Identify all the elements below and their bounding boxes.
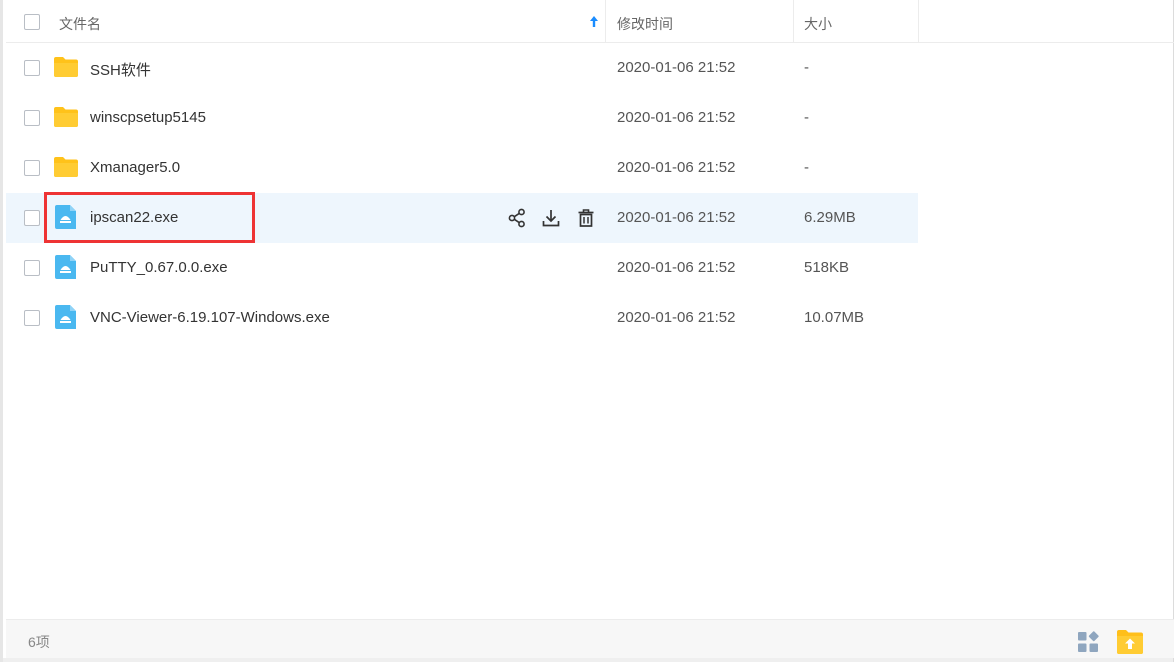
download-icon[interactable]	[540, 207, 562, 229]
file-list-panel: 文件名 修改时间 大小 SSH软件 2020-01-06 21:52 - win…	[0, 0, 1174, 662]
file-modified-time: 2020-01-06 21:52	[617, 159, 736, 176]
file-row[interactable]: PuTTY_0.67.0.0.exe 2020-01-06 21:52 518K…	[6, 243, 918, 293]
column-header-modified[interactable]: 修改时间	[617, 14, 673, 34]
arrow-up-icon[interactable]	[588, 14, 600, 30]
row-checkbox[interactable]	[24, 60, 40, 76]
file-size: 518KB	[804, 259, 850, 276]
row-checkbox[interactable]	[24, 310, 40, 326]
file-modified-time: 2020-01-06 21:52	[617, 59, 736, 76]
folder-icon	[54, 157, 78, 177]
file-modified-time: 2020-01-06 21:52	[617, 209, 736, 226]
row-checkbox[interactable]	[24, 110, 40, 126]
column-divider	[793, 0, 794, 42]
file-name-link[interactable]: Xmanager5.0	[90, 159, 180, 176]
file-modified-time: 2020-01-06 21:52	[617, 109, 736, 126]
file-name-link[interactable]: SSH软件	[90, 59, 151, 80]
folder-icon	[54, 57, 78, 77]
select-all-checkbox[interactable]	[24, 14, 40, 30]
file-size: -	[804, 109, 809, 126]
file-name-link[interactable]: winscpsetup5145	[90, 109, 206, 126]
row-checkbox[interactable]	[24, 160, 40, 176]
folder-icon	[54, 107, 78, 127]
file-row[interactable]: Xmanager5.0 2020-01-06 21:52 -	[6, 143, 918, 193]
file-name-link[interactable]: VNC-Viewer-6.19.107-Windows.exe	[90, 309, 330, 326]
file-name-link[interactable]: ipscan22.exe	[90, 209, 178, 226]
file-name-link[interactable]: PuTTY_0.67.0.0.exe	[90, 259, 228, 276]
file-size: -	[804, 59, 809, 76]
column-divider	[605, 0, 606, 42]
share-icon[interactable]	[506, 207, 528, 229]
file-size: -	[804, 159, 809, 176]
column-header-name[interactable]: 文件名	[59, 14, 101, 34]
column-divider	[918, 0, 919, 42]
file-row[interactable]: winscpsetup5145 2020-01-06 21:52 -	[6, 93, 918, 143]
upload-icon[interactable]	[1115, 628, 1145, 656]
row-checkbox[interactable]	[24, 260, 40, 276]
file-row[interactable]: ipscan22.exe 2020-01-06 21:52 6.29MB	[6, 193, 918, 243]
file-row[interactable]: SSH软件 2020-01-06 21:52 -	[6, 43, 918, 93]
file-list-header: 文件名 修改时间 大小	[6, 0, 1174, 43]
exe-file-icon	[55, 205, 76, 229]
file-row[interactable]: VNC-Viewer-6.19.107-Windows.exe 2020-01-…	[6, 293, 918, 343]
grid-view-icon[interactable]	[1076, 630, 1100, 654]
column-header-size[interactable]: 大小	[804, 14, 832, 34]
file-modified-time: 2020-01-06 21:52	[617, 309, 736, 326]
file-size: 10.07MB	[804, 309, 865, 326]
file-modified-time: 2020-01-06 21:52	[617, 259, 736, 276]
file-size: 6.29MB	[804, 209, 856, 226]
exe-file-icon	[55, 255, 76, 279]
row-checkbox[interactable]	[24, 210, 40, 226]
delete-icon[interactable]	[575, 207, 597, 229]
exe-file-icon	[55, 305, 76, 329]
item-count: 6项	[28, 634, 50, 650]
status-footer: 6项	[6, 619, 1174, 658]
